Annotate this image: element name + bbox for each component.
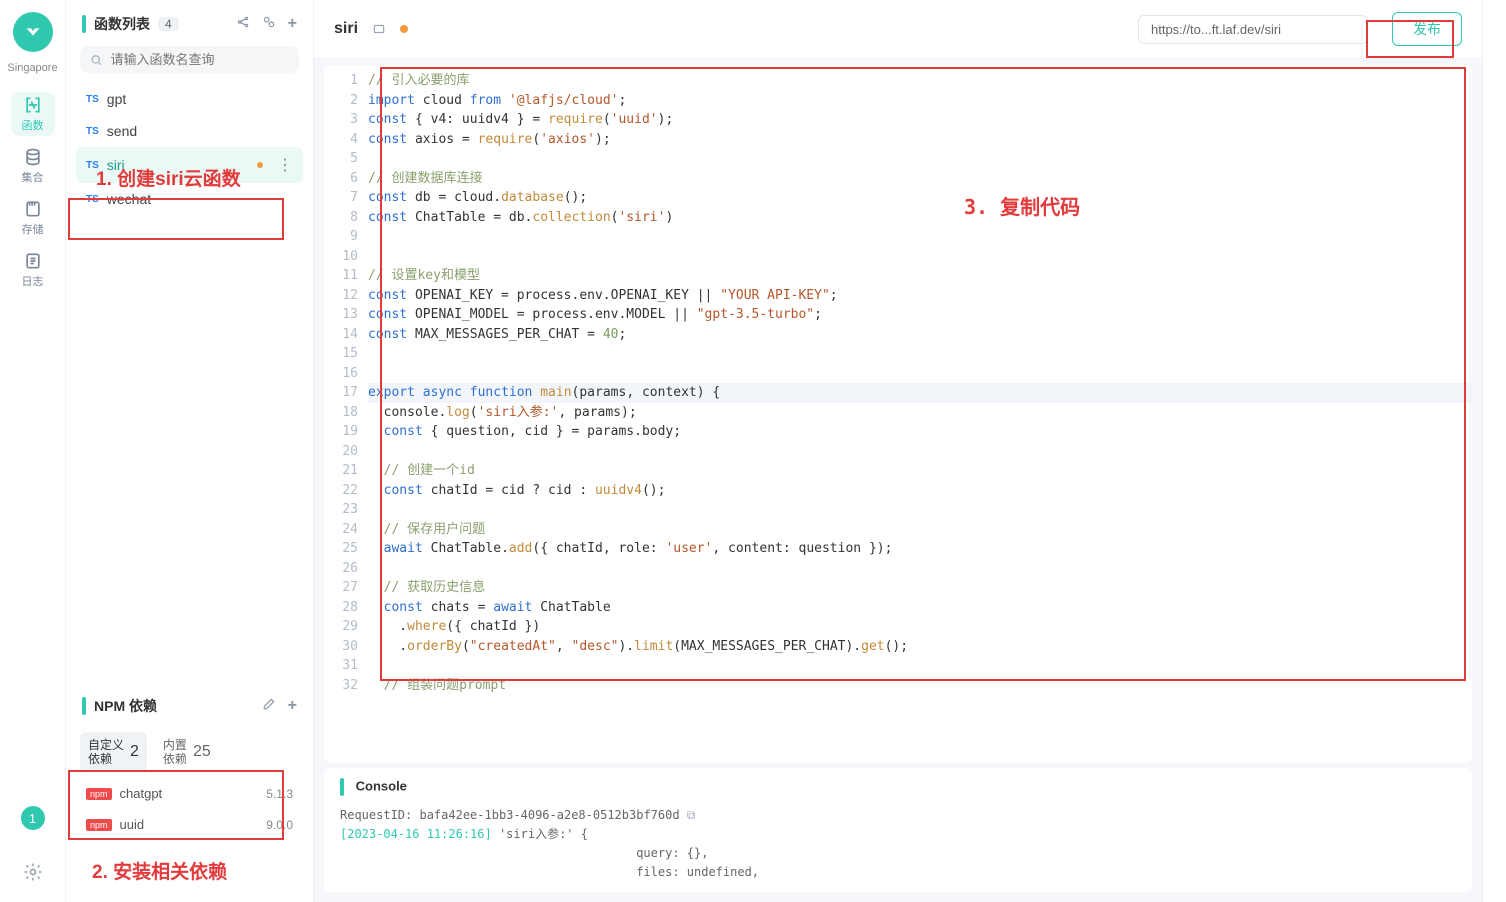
logo-icon bbox=[22, 21, 44, 43]
function-url[interactable] bbox=[1138, 15, 1368, 44]
request-id-label: RequestID: bbox=[340, 808, 412, 822]
edit-npm-icon[interactable] bbox=[262, 697, 276, 715]
npm-header: NPM 依赖 + bbox=[76, 692, 303, 726]
npm-title: NPM 依赖 bbox=[94, 696, 157, 716]
log-icon bbox=[23, 251, 43, 271]
annotation-2: 2. 安装相关依赖 bbox=[92, 857, 227, 884]
console-title: Console bbox=[356, 778, 407, 793]
notification-badge[interactable]: 1 bbox=[21, 806, 45, 830]
ts-badge: TS bbox=[86, 194, 99, 205]
ts-badge: TS bbox=[86, 126, 99, 137]
dep-name: chatgpt bbox=[120, 786, 163, 801]
gear-icon bbox=[23, 862, 43, 882]
dep-version: 5.1.3 bbox=[266, 787, 293, 801]
database-icon bbox=[23, 147, 43, 167]
function-item-send[interactable]: TS send bbox=[76, 115, 303, 147]
main-area: siri 发布 4. 点击发布 123456789101112131415161… bbox=[314, 0, 1482, 902]
nav-functions[interactable]: 函数 bbox=[11, 92, 55, 136]
nav-logs[interactable]: 日志 bbox=[11, 248, 55, 292]
function-search[interactable] bbox=[80, 46, 299, 73]
link-icon[interactable] bbox=[262, 15, 276, 33]
add-function-button[interactable]: + bbox=[288, 15, 297, 33]
function-name: send bbox=[107, 123, 137, 139]
current-file-name: siri bbox=[334, 20, 358, 38]
more-icon[interactable]: ⋮ bbox=[277, 155, 293, 175]
function-name: wechat bbox=[107, 191, 151, 207]
nav-rail: Singapore 函数 集合 存储 日志 1 bbox=[0, 0, 66, 902]
publish-button[interactable]: 发布 bbox=[1392, 12, 1462, 46]
search-icon bbox=[90, 53, 103, 67]
function-icon bbox=[23, 95, 43, 115]
function-search-input[interactable] bbox=[111, 52, 289, 67]
console-panel: Console RequestID: bafa42ee-1bb3-4096-a2… bbox=[324, 768, 1472, 892]
ts-badge: TS bbox=[86, 94, 99, 105]
nav-settings[interactable] bbox=[11, 850, 55, 894]
request-id-value: bafa42ee-1bb3-4096-a2e8-0512b3bf760d bbox=[419, 808, 679, 822]
share-icon[interactable] bbox=[236, 15, 250, 33]
tag-icon[interactable] bbox=[372, 22, 386, 36]
function-count: 4 bbox=[158, 17, 179, 31]
accent-bar bbox=[82, 15, 86, 33]
copy-request-id[interactable]: ⧉ bbox=[687, 808, 696, 822]
annotation-1: 1. 创建siri云函数 bbox=[96, 164, 241, 191]
code-editor[interactable]: 1234567891011121314151617181920212223242… bbox=[324, 65, 1472, 762]
right-rail[interactable] bbox=[1482, 0, 1506, 902]
line-gutter: 1234567891011121314151617181920212223242… bbox=[324, 65, 368, 762]
code-content[interactable]: // 引入必要的库import cloud from '@lafjs/cloud… bbox=[368, 65, 1472, 762]
function-list-header: 函数列表 4 + bbox=[76, 10, 303, 44]
npm-tab[interactable]: 内置 依赖25 bbox=[155, 732, 219, 772]
dirty-dot bbox=[257, 162, 263, 168]
annotation-3: 3. 复制代码 bbox=[964, 191, 1080, 220]
dep-name: uuid bbox=[120, 817, 145, 832]
function-item-gpt[interactable]: TS gpt bbox=[76, 83, 303, 115]
topbar: siri 发布 bbox=[314, 0, 1482, 59]
function-list-title: 函数列表 bbox=[94, 14, 150, 34]
function-name: gpt bbox=[107, 91, 126, 107]
npm-badge-icon: npm bbox=[86, 788, 112, 800]
app-logo[interactable] bbox=[13, 12, 53, 52]
nav-storage[interactable]: 存储 bbox=[11, 196, 55, 240]
dep-version: 9.0.0 bbox=[266, 818, 293, 832]
sidebar: 函数列表 4 + TSgptTSsendTSsiri⋮TSwechat 1. 创… bbox=[66, 0, 314, 902]
console-timestamp: [2023-04-16 11:26:16] bbox=[340, 827, 492, 841]
nav-collections[interactable]: 集合 bbox=[11, 144, 55, 188]
dirty-indicator bbox=[400, 25, 408, 33]
dep-row-chatgpt[interactable]: npm chatgpt 5.1.3 bbox=[76, 778, 303, 809]
region-label: Singapore bbox=[7, 62, 57, 74]
add-npm-button[interactable]: + bbox=[288, 697, 297, 715]
dep-row-uuid[interactable]: npmuuid 9.0.0 bbox=[76, 809, 303, 840]
npm-tab[interactable]: 自定义 依赖2 bbox=[80, 732, 147, 772]
npm-badge-icon: npm bbox=[86, 819, 112, 831]
sd-card-icon bbox=[23, 199, 43, 219]
